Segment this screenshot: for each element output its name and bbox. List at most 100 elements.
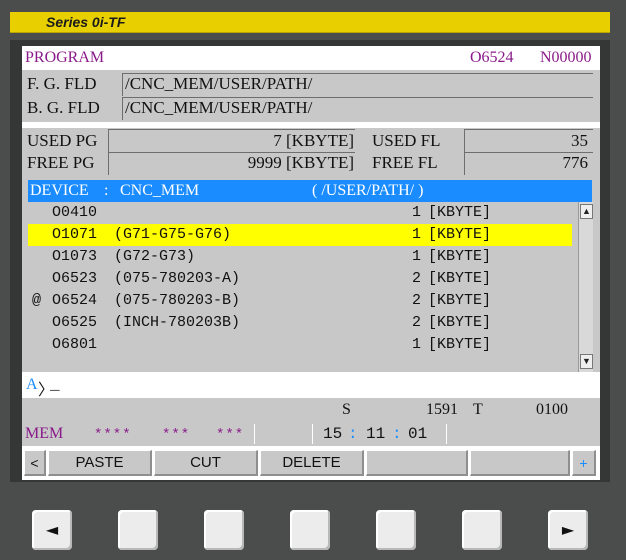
clock-hours: 15 [323,425,343,443]
program-number: O6524 [470,49,514,66]
list-item-unit: [KBYTE] [428,270,492,287]
status-divider [312,424,313,444]
status-field-1: **** [94,427,132,443]
delete-button[interactable]: DELETE [260,450,364,476]
list-item-comment: (075-780203-A) [114,270,241,287]
list-item-unit: [KBYTE] [428,314,492,331]
paste-button[interactable]: PASTE [48,450,152,476]
bg-folder-label: B. G. FLD [27,98,100,117]
status-field-2: *** [162,427,191,443]
clock-minutes: 11 [366,425,386,443]
device-bar[interactable]: DEVICE : CNC_MEM ( /USER/PATH/ ) [28,180,592,202]
list-item-unit: [KBYTE] [428,292,492,309]
list-item-number: O6523 [52,270,98,287]
hard-softkey-4-button[interactable] [376,510,416,550]
list-item[interactable]: O0410 1 [KBYTE] [28,202,576,224]
list-item-comment: (G72-G73) [114,248,196,265]
list-item-comment: (G71-G75-G76) [114,226,232,243]
list-item-comment: (INCH-780203B) [114,314,241,331]
list-item-number: O1071 [52,226,98,243]
bg-folder-path: /CNC_MEM/USER/PATH/ [125,98,313,117]
softkey-empty-button[interactable] [366,450,468,476]
key-input-line[interactable]: A 〉 _ [22,372,600,400]
list-item-number: O1073 [52,248,98,265]
list-item-size: 2 [412,270,422,287]
list-item-size: 1 [412,248,422,265]
mode-status-bar: MEM **** *** *** 15 : 11 : 01 [22,422,600,446]
folder-panel: F. G. FLD /CNC_MEM/USER/PATH/ B. G. FLD … [22,70,600,122]
softkey-prev-button[interactable]: < [24,450,46,476]
hard-softkey-5-button[interactable] [462,510,502,550]
list-item-selected[interactable]: O1071 (G71-G75-G76) 1 [KBYTE] [28,224,572,246]
input-prompt: A [26,376,38,393]
list-item-number: O0410 [52,204,98,221]
clock-seconds: 01 [408,425,428,443]
used-pg-label: USED PG [27,131,98,150]
program-list: O0410 1 [KBYTE] O1071 (G71-G75-G76) 1 [K… [28,202,593,372]
list-item[interactable]: O6801 1 [KBYTE] [28,334,576,356]
memory-panel: USED PG 7 [KBYTE] FREE PG 9999 [KBYTE] U… [22,128,600,176]
series-title: Series 0i-TF [46,14,126,30]
list-item-number: O6801 [52,336,98,353]
tool-label: T [473,401,483,418]
clock-sep-1: : [348,425,358,443]
hard-softkey-2-button[interactable] [204,510,244,550]
header-bar: PROGRAM O6524 N00000 [22,46,600,70]
screen-title: PROGRAM [25,49,105,66]
used-pg-value: 7 [KBYTE] [273,131,354,150]
list-item-number: O6524 [52,292,98,309]
list-item-size: 2 [412,292,422,309]
fg-folder-path: /CNC_MEM/USER/PATH/ [125,74,313,93]
status-divider [254,424,255,444]
softkey-bar: < PASTE CUT DELETE + [22,450,600,478]
hard-left-arrow-button[interactable]: ◄ [32,510,72,550]
cut-button[interactable]: CUT [154,450,258,476]
status-field-3: *** [216,427,245,443]
list-scrollbar[interactable]: ▲ ▼ [578,202,593,372]
mode-indicator: MEM [25,425,64,442]
list-item-size: 2 [412,314,422,331]
list-item-unit: [KBYTE] [428,226,492,243]
list-item[interactable]: O1073 (G72-G73) 1 [KBYTE] [28,246,576,268]
list-item-size: 1 [412,226,422,243]
input-cursor: _ [50,376,60,394]
free-fl-value: 776 [562,153,589,172]
current-program-marker: @ [32,292,42,309]
spindle-tool-status: S 1591 T 0100 [22,398,600,422]
list-item[interactable]: O6525 (INCH-780203B) 2 [KBYTE] [28,312,576,334]
spindle-value: 1591 [426,401,458,418]
list-item-size: 1 [412,336,422,353]
device-path: ( /USER/PATH/ ) [312,182,424,199]
list-item-unit: [KBYTE] [428,336,492,353]
sequence-number: N00000 [540,49,592,66]
device-colon: : [104,182,109,199]
list-item[interactable]: O6523 (075-780203-A) 2 [KBYTE] [28,268,576,290]
scroll-up-arrow-icon[interactable]: ▲ [580,204,593,219]
free-pg-label: FREE PG [27,153,95,172]
scroll-down-arrow-icon[interactable]: ▼ [580,354,593,369]
list-item-comment: (075-780203-B) [114,292,241,309]
tool-value: 0100 [536,401,568,418]
list-item-unit: [KBYTE] [428,204,492,221]
softkey-empty-button[interactable] [470,450,570,476]
hard-softkey-1-button[interactable] [118,510,158,550]
status-divider [446,424,447,444]
softkey-next-button[interactable]: + [572,450,596,476]
spindle-label: S [342,401,351,418]
free-fl-label: FREE FL [372,153,438,172]
hard-right-arrow-button[interactable]: ► [548,510,588,550]
fg-folder-label: F. G. FLD [27,74,97,93]
free-pg-value: 9999 [KBYTE] [247,153,354,172]
used-fl-label: USED FL [372,131,441,150]
left-triangle-icon: ◄ [45,520,59,539]
clock-sep-2: : [392,425,402,443]
used-fl-value: 35 [571,131,588,150]
device-name: CNC_MEM [120,182,200,199]
list-item-unit: [KBYTE] [428,248,492,265]
list-item-number: O6525 [52,314,98,331]
list-item-size: 1 [412,204,422,221]
right-triangle-icon: ► [561,520,575,539]
list-item[interactable]: @ O6524 (075-780203-B) 2 [KBYTE] [28,290,576,312]
device-label: DEVICE [30,182,89,199]
hard-softkey-3-button[interactable] [290,510,330,550]
